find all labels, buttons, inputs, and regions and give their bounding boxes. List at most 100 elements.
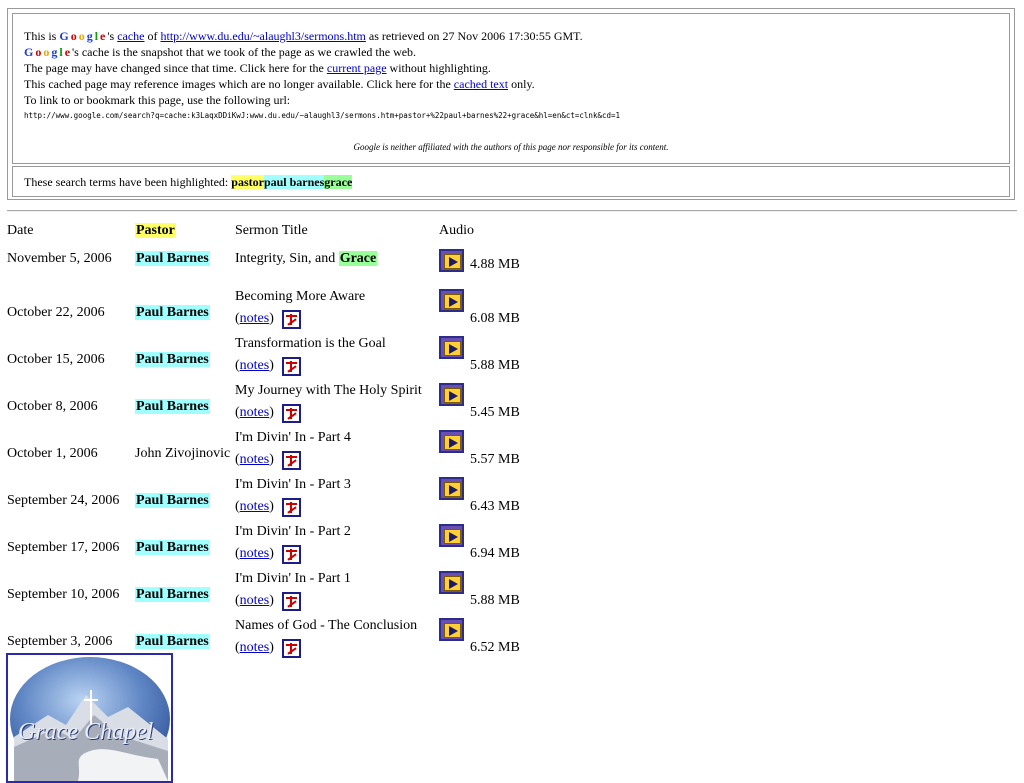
notes-link[interactable]: notes [240, 593, 270, 608]
table-row: October 1, 2006 John Zivojinovic I'm Divin… [0, 430, 560, 477]
pdf-icon[interactable] [282, 545, 301, 564]
sermon-date: October 8, 2006 [7, 399, 98, 414]
retrieved-date-text: as retrieved on 27 Nov 2006 17:30:55 GMT… [365, 29, 583, 43]
cached-text-link[interactable]: cached text [454, 77, 508, 91]
audio-play-icon[interactable] [439, 477, 464, 500]
sermon-title-text: I'm Divin' In - Part 4 [235, 430, 351, 445]
sermon-pastor: John Zivojinovic [135, 446, 230, 462]
audio-file-size: 6.08 MB [470, 311, 520, 326]
notes-paren-close: ) [269, 405, 274, 420]
sermon-title-highlight: Grace [338, 251, 378, 266]
sermon-title: Integrity, Sin, and Grace [235, 251, 378, 267]
pastor-name: Paul Barnes [135, 493, 210, 508]
highlight-terms-line: These search terms have been highlighted… [24, 175, 353, 190]
sermon-title-text: I'm Divin' In - Part 1 [235, 571, 351, 586]
audio-file-size: 5.57 MB [470, 452, 520, 467]
google-logo-text: Google [59, 29, 107, 43]
highlight-term-paul-barnes: paul barnes [263, 175, 325, 189]
sermon-notes: (notes) [235, 358, 274, 374]
pdf-icon[interactable] [282, 592, 301, 611]
cache-info-panel: This is Google's cache of http://www.du.… [12, 13, 1010, 164]
pdf-icon[interactable] [282, 498, 301, 517]
sermon-title-text: My Journey with The Holy Spirit [235, 383, 422, 398]
header-audio: Audio [439, 223, 474, 238]
sermon-date: October 15, 2006 [7, 352, 105, 367]
pastor-name: John Zivojinovic [135, 446, 231, 461]
cache-line-4: This cached page may reference images wh… [24, 77, 535, 91]
notes-link[interactable]: notes [240, 640, 270, 655]
audio-file-size: 5.88 MB [470, 593, 520, 608]
google-logo-letter: e [64, 45, 73, 59]
bookmark-url[interactable]: http://www.google.com/search?q=cache:k3L… [24, 111, 620, 120]
horizontal-rule [7, 210, 1017, 212]
highlight-term-grace: grace [324, 175, 353, 189]
sermon-pastor: Paul Barnes [135, 399, 210, 415]
sermon-date: September 17, 2006 [7, 540, 120, 555]
audio-play-icon[interactable] [439, 430, 464, 453]
notes-link[interactable]: notes [240, 452, 270, 467]
cache-line-1-possessive: 's [107, 29, 118, 43]
audio-play-icon[interactable] [439, 618, 464, 641]
original-url-link[interactable]: http://www.du.edu/~alaughl3/sermons.htm [161, 29, 366, 43]
notes-paren-close: ) [269, 546, 274, 561]
sermon-pastor: Paul Barnes [135, 493, 210, 509]
sermon-pastor: Paul Barnes [135, 540, 210, 556]
notes-paren-close: ) [269, 452, 274, 467]
cache-line-5: To link to or bookmark this page, use th… [24, 93, 291, 107]
logo-text: Grace Chapel [18, 719, 154, 745]
audio-play-icon[interactable] [439, 289, 464, 312]
cache-link[interactable]: cache [117, 29, 144, 43]
pastor-name: Paul Barnes [135, 399, 210, 414]
pastor-name: Paul Barnes [135, 587, 210, 602]
notes-link[interactable]: notes [240, 499, 270, 514]
audio-play-icon[interactable] [439, 524, 464, 547]
cache-line-1-of: of [144, 29, 161, 43]
audio-play-icon[interactable] [439, 336, 464, 359]
current-page-link[interactable]: current page [327, 61, 387, 75]
pastor-name: Paul Barnes [135, 251, 210, 266]
pastor-name: Paul Barnes [135, 540, 210, 555]
cache-line-3: The page may have changed since that tim… [24, 61, 491, 75]
table-row: September 10, 2006 Paul Barnes I'm Divin' … [0, 571, 560, 618]
notes-link[interactable]: notes [240, 405, 270, 420]
notes-link[interactable]: notes [240, 546, 270, 561]
sermon-date: September 10, 2006 [7, 587, 120, 602]
cache-line-3-prefix: The page may have changed since that tim… [24, 61, 327, 75]
audio-play-icon[interactable] [439, 383, 464, 406]
sermon-date: October 22, 2006 [7, 305, 105, 320]
notes-link[interactable]: notes [240, 311, 270, 326]
header-sermon-title: Sermon Title [235, 223, 308, 238]
sermon-pastor: Paul Barnes [135, 251, 210, 267]
sermon-notes: (notes) [235, 452, 274, 468]
sermon-title: Transformation is the Goal [235, 336, 386, 352]
audio-play-icon[interactable] [439, 571, 464, 594]
pdf-icon[interactable] [282, 404, 301, 423]
table-row: September 17, 2006 Paul Barnes I'm Divin' … [0, 524, 560, 571]
sermon-title-text: Integrity, Sin, and [235, 251, 339, 266]
audio-play-icon[interactable] [439, 249, 464, 272]
audio-file-size: 5.88 MB [470, 358, 520, 373]
notes-link[interactable]: notes [240, 358, 270, 373]
highlight-label: These search terms have been highlighted… [24, 175, 232, 189]
pdf-icon[interactable] [282, 639, 301, 658]
pdf-icon[interactable] [282, 357, 301, 376]
table-row: October 22, 2006 Paul Barnes Becoming More… [0, 289, 560, 336]
sermon-title-text: Becoming More Aware [235, 289, 366, 304]
cache-line-4-prefix: This cached page may reference images wh… [24, 77, 454, 91]
table-row: September 24, 2006 Paul Barnes I'm Divin' … [0, 477, 560, 524]
header-date: Date [7, 223, 34, 238]
cache-disclaimer: Google is neither affiliated with the au… [353, 142, 669, 152]
pdf-icon[interactable] [282, 451, 301, 470]
cache-snapshot-text: 's cache is the snapshot that we took of… [72, 45, 417, 59]
notes-paren-close: ) [269, 358, 274, 373]
pastor-name: Paul Barnes [135, 352, 210, 367]
google-logo-letter: G [59, 29, 71, 43]
pdf-icon[interactable] [282, 310, 301, 329]
audio-file-size: 6.43 MB [470, 499, 520, 514]
audio-file-size: 6.52 MB [470, 640, 520, 655]
grace-chapel-logo: Grace Chapel [6, 653, 173, 783]
sermon-title: My Journey with The Holy Spirit [235, 383, 422, 399]
sermon-pastor: Paul Barnes [135, 634, 210, 650]
table-row: October 8, 2006 Paul Barnes My Journey wit… [0, 383, 560, 430]
sermon-notes: (notes) [235, 546, 274, 562]
